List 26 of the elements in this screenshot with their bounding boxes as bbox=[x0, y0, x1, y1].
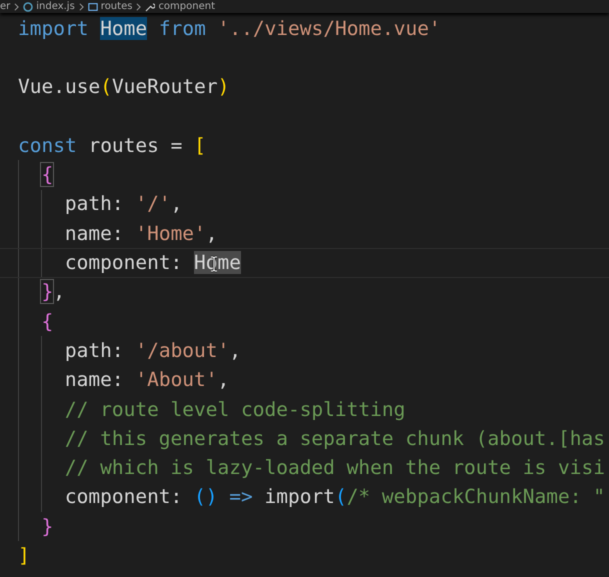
code-line: } bbox=[41, 514, 54, 539]
code-line: const routes = [ bbox=[18, 134, 206, 158]
code-line: path: '/about', bbox=[64, 338, 242, 363]
chevron-icon bbox=[78, 2, 84, 10]
code-line: component: () => import(/* webpackChunkName: " bbox=[64, 485, 605, 510]
breadcrumb-item[interactable]: er bbox=[0, 0, 10, 12]
file-icon bbox=[23, 2, 34, 12]
wrench-icon bbox=[145, 2, 156, 12]
code-line: // which is lazy-loaded when the route is visi bbox=[64, 456, 605, 480]
chevron-icon bbox=[14, 2, 20, 10]
variable-icon bbox=[88, 2, 98, 12]
breadcrumb-item[interactable]: routes bbox=[88, 0, 132, 12]
chevron-icon bbox=[136, 2, 142, 10]
code-line: import Home from '../views/Home.vue' bbox=[18, 16, 441, 41]
code-line: // this generates a separate chunk (about.[has bbox=[64, 426, 605, 451]
code-line: name: 'About', bbox=[64, 368, 230, 392]
code-line: { bbox=[41, 310, 54, 334]
code-line: // route level code-splitting bbox=[64, 398, 406, 422]
code-line: path: '/', bbox=[64, 192, 182, 216]
breadcrumb-item[interactable]: component bbox=[145, 0, 216, 12]
code-line: }, bbox=[41, 280, 65, 304]
code-line: { bbox=[41, 163, 54, 188]
code-line: ] bbox=[18, 544, 30, 568]
code-line: name: 'Home', bbox=[64, 222, 218, 246]
code-line: Vue.use(VueRouter) bbox=[18, 75, 230, 100]
breadcrumb-item[interactable]: index.js bbox=[23, 0, 75, 12]
